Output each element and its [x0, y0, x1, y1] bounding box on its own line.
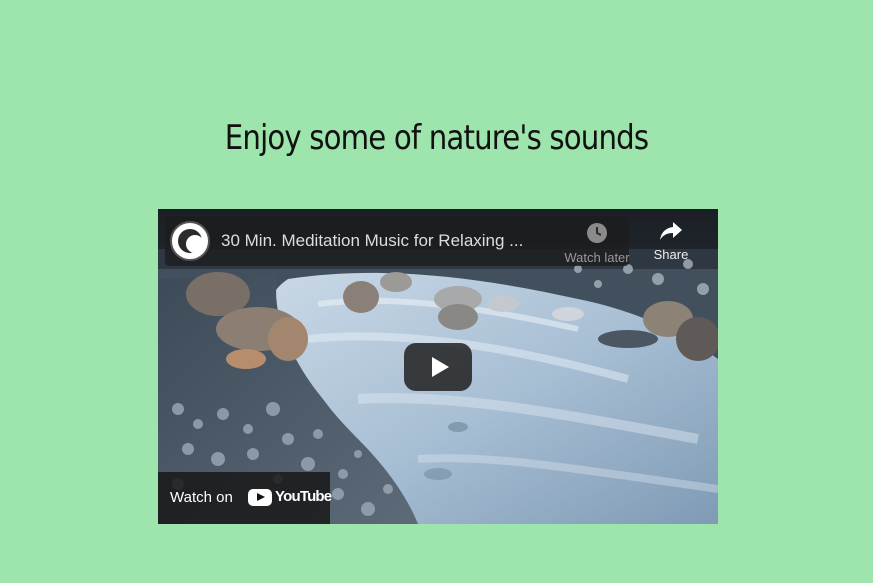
video-info-bar: 30 Min. Meditation Music for Relaxing ..… — [165, 216, 630, 266]
share-button[interactable]: Share — [646, 221, 696, 262]
watch-on-youtube-button[interactable]: Watch on YouTube — [158, 472, 332, 524]
watch-later-button[interactable]: Watch later — [557, 222, 637, 265]
page-title: Enjoy some of nature's sounds — [224, 118, 649, 158]
watch-later-label: Watch later — [564, 250, 630, 265]
youtube-embed-player[interactable]: 30 Min. Meditation Music for Relaxing ..… — [158, 209, 718, 524]
share-arrow-icon — [660, 222, 682, 240]
page: Enjoy some of nature's sounds 30 Min. Me… — [0, 0, 873, 583]
share-label: Share — [653, 247, 689, 262]
clock-icon — [587, 223, 607, 243]
channel-avatar[interactable] — [170, 221, 210, 261]
video-title-link[interactable]: 30 Min. Meditation Music for Relaxing ..… — [221, 231, 551, 251]
play-button[interactable] — [404, 343, 472, 391]
youtube-wordmark: YouTube — [275, 488, 332, 505]
play-icon — [432, 357, 449, 377]
watch-on-label: Watch on — [170, 489, 233, 506]
